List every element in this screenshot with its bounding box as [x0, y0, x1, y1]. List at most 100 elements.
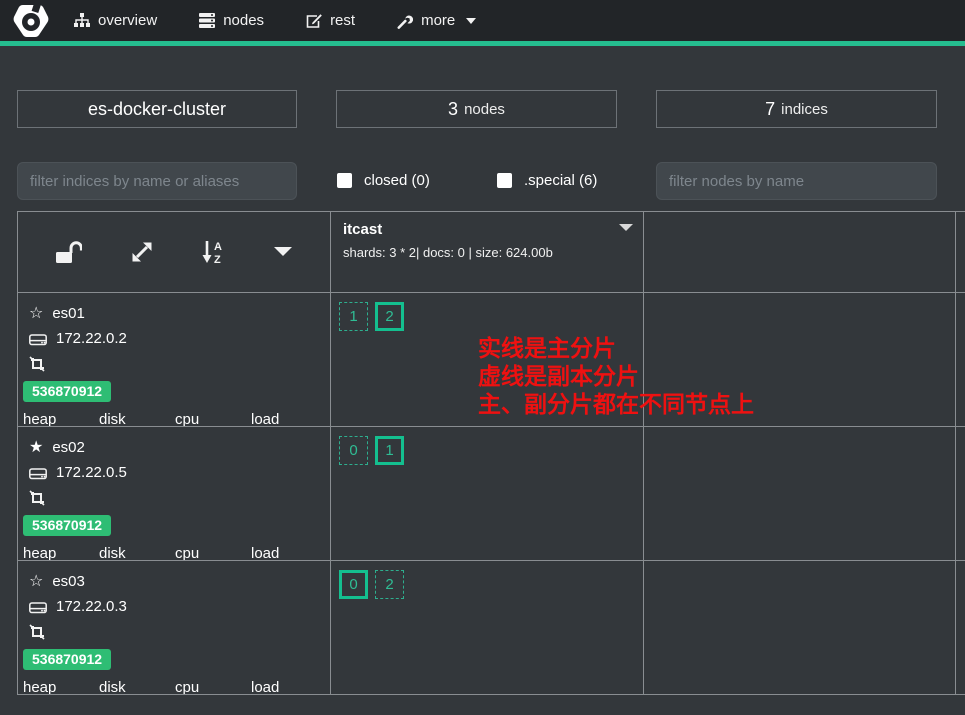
- node-stat-disk: disk: [99, 679, 170, 695]
- crop-icon: [29, 490, 45, 506]
- stat-label: disk: [99, 545, 170, 561]
- sitemap-icon: [74, 13, 90, 28]
- master-star-icon: ☆: [29, 306, 43, 322]
- stat-label: disk: [99, 411, 170, 427]
- node-stat-heap: heap: [23, 679, 94, 695]
- master-star-icon: ☆: [29, 574, 43, 590]
- filter-indices-input[interactable]: [17, 162, 297, 200]
- node-name: es01: [52, 305, 85, 322]
- server-icon: [199, 13, 215, 28]
- node-stat-cpu: cpu: [175, 411, 246, 427]
- shard-box-primary[interactable]: 0: [339, 570, 368, 599]
- nav-item-more[interactable]: more: [397, 12, 476, 29]
- table-header-controls: A Z: [18, 212, 331, 293]
- header-empty-cell: [644, 212, 956, 293]
- node-stat-cpu: cpu: [175, 679, 246, 695]
- node-info-cell: ★ es02 172.22.0.5 536870912 heap diskcpul…: [18, 427, 331, 561]
- node-ip: 172.22.0.3: [56, 598, 127, 615]
- node-stat-load: load: [251, 679, 322, 695]
- indices-count-box: 7 indices: [656, 90, 937, 128]
- cerebro-logo[interactable]: [12, 2, 50, 40]
- stat-label: heap: [23, 411, 94, 427]
- annotation-text: 实线是主分片 虚线是副本分片 主、副分片都在不同节点上: [478, 334, 754, 418]
- node-ip: 172.22.0.5: [56, 464, 127, 481]
- shard-cell: 01: [331, 427, 644, 561]
- index-stats: shards: 3 * 2| docs: 0 | size: 624.00b: [343, 245, 631, 260]
- expand-arrows-icon[interactable]: [130, 240, 154, 264]
- navbar: overview nodes rest more: [0, 0, 965, 46]
- node-stat-load: load: [251, 411, 322, 427]
- shard-box-replica[interactable]: 2: [375, 570, 404, 599]
- hdd-icon: [29, 466, 47, 480]
- nodes-count-label: nodes: [464, 101, 505, 118]
- nav-label-nodes: nodes: [223, 12, 264, 29]
- nodes-count: 3: [448, 99, 458, 120]
- empty-cell: [644, 427, 956, 561]
- node-badge: 536870912: [23, 381, 111, 402]
- annotation-line: 虚线是副本分片: [478, 362, 754, 390]
- stat-label: disk: [99, 679, 170, 695]
- node-stat-disk: disk: [99, 411, 170, 427]
- node-stats: heap diskcpuload: [23, 679, 322, 695]
- shard-box-replica[interactable]: 1: [339, 302, 368, 331]
- master-star-icon: ★: [29, 440, 43, 456]
- checkbox-icon[interactable]: [497, 173, 512, 188]
- nav-label-more: more: [421, 12, 455, 29]
- edit-icon: [306, 13, 322, 28]
- stat-label: heap: [23, 679, 94, 695]
- node-info-cell: ☆ es01 172.22.0.2 536870912 heap diskcpul…: [18, 293, 331, 427]
- hdd-icon: [29, 332, 47, 346]
- checkbox-icon[interactable]: [337, 173, 352, 188]
- node-stat-cpu: cpu: [175, 545, 246, 561]
- shard-box-replica[interactable]: 0: [339, 436, 368, 465]
- closed-checkbox[interactable]: closed (0): [337, 172, 430, 189]
- node-stat-heap: heap: [23, 545, 94, 561]
- cut-cell: [956, 427, 965, 561]
- hdd-icon: [29, 600, 47, 614]
- shard-box-primary[interactable]: 1: [375, 436, 404, 465]
- stat-label: load: [251, 545, 322, 561]
- stat-label: heap: [23, 545, 94, 561]
- shard-cell: 02: [331, 561, 644, 695]
- wrench-icon: [397, 13, 413, 29]
- empty-cell: [644, 561, 956, 695]
- index-header-itcast[interactable]: itcast shards: 3 * 2| docs: 0 | size: 62…: [331, 212, 644, 293]
- stat-label: cpu: [175, 545, 246, 561]
- annotation-line: 实线是主分片: [478, 334, 754, 362]
- nav-item-overview[interactable]: overview: [74, 12, 157, 29]
- stat-label: cpu: [175, 411, 246, 427]
- cluster-name-box: es-docker-cluster: [17, 90, 297, 128]
- node-ip: 172.22.0.2: [56, 330, 127, 347]
- shard-box-primary[interactable]: 2: [375, 302, 404, 331]
- special-label: .special (6): [524, 172, 597, 189]
- svg-text:Z: Z: [214, 254, 221, 264]
- closed-label: closed (0): [364, 172, 430, 189]
- crop-icon: [29, 356, 45, 372]
- node-badge: 536870912: [23, 649, 111, 670]
- node-stats: heap diskcpuload: [23, 411, 322, 427]
- header-cut-cell: [956, 212, 965, 293]
- filter-nodes-input[interactable]: [656, 162, 937, 200]
- unlock-icon[interactable]: [56, 241, 82, 264]
- nav-item-nodes[interactable]: nodes: [199, 12, 264, 29]
- sort-alpha-icon[interactable]: A Z: [202, 240, 226, 264]
- cluster-table: A Z itcast shards: 3 * 2| docs: 0 | size…: [17, 211, 965, 695]
- nav-label-rest: rest: [330, 12, 355, 29]
- cerebro-app: overview nodes rest more: [0, 0, 965, 715]
- indices-count: 7: [765, 99, 775, 120]
- stat-label: load: [251, 679, 322, 695]
- special-checkbox[interactable]: .special (6): [497, 172, 597, 189]
- annotation-line: 主、副分片都在不同节点上: [478, 390, 754, 418]
- stat-label: load: [251, 411, 322, 427]
- caret-down-icon[interactable]: [619, 224, 633, 231]
- caret-down-icon[interactable]: [274, 247, 292, 257]
- crop-icon: [29, 624, 45, 640]
- node-badge: 536870912: [23, 515, 111, 536]
- node-name: es02: [52, 439, 85, 456]
- index-name: itcast: [343, 221, 631, 238]
- nav-item-rest[interactable]: rest: [306, 12, 355, 29]
- cut-cell: [956, 293, 965, 427]
- indices-count-label: indices: [781, 101, 828, 118]
- node-stat-load: load: [251, 545, 322, 561]
- node-name: es03: [52, 573, 85, 590]
